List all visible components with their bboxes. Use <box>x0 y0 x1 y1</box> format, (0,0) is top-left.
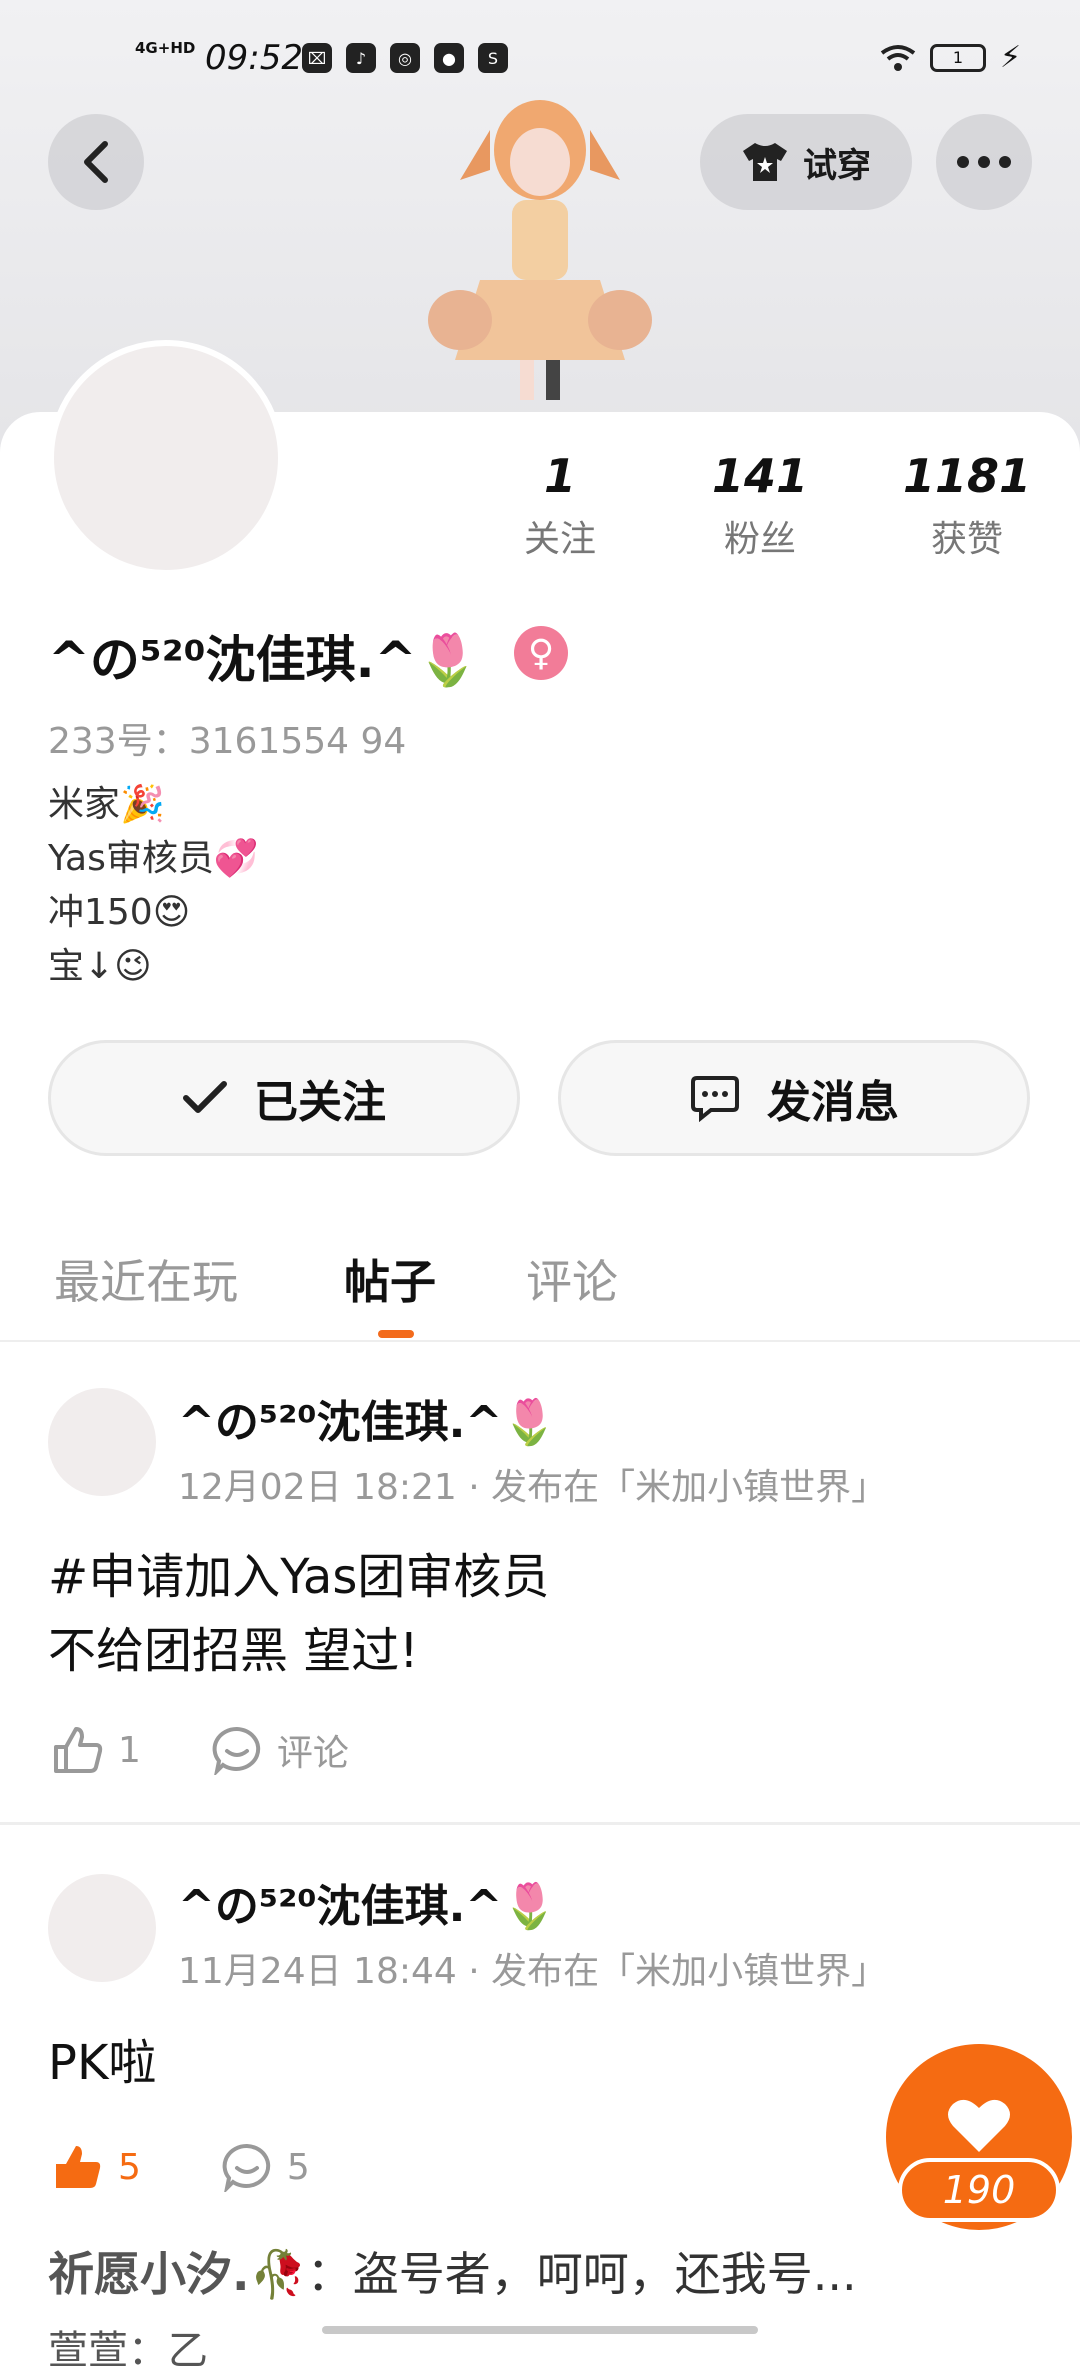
post-comment-button[interactable]: 5 <box>221 2142 310 2192</box>
profile-card <box>0 412 1080 2340</box>
post-content[interactable]: PK啦 <box>48 2026 156 2100</box>
profile-tabs: 最近在玩 帖子 评论 <box>0 1230 1080 1342</box>
post-like-button[interactable]: 1 <box>52 1725 141 1775</box>
tshirt-icon <box>743 143 787 181</box>
post-like-count: 1 <box>118 1729 141 1771</box>
try-on-button[interactable]: 试穿 <box>700 114 912 210</box>
send-message-button[interactable]: 发消息 <box>558 1040 1030 1156</box>
profile-nickname: ^の⁵²⁰沈佳琪.^🌷 <box>48 631 479 689</box>
following-button[interactable]: 已关注 <box>48 1040 520 1156</box>
following-count: 1 <box>543 449 576 503</box>
home-indicator[interactable] <box>322 2326 758 2334</box>
profile-avatar[interactable] <box>48 340 284 576</box>
tiktok-icon: ♪ <box>346 43 376 73</box>
user-id[interactable]: 233号：3161554 94 <box>48 712 406 764</box>
tab-posts[interactable]: 帖子 <box>344 1246 436 1312</box>
post-comment-count: 5 <box>286 2146 310 2188</box>
post-author-name[interactable]: ^の⁵²⁰沈佳琪.^🌷 <box>178 1870 557 1934</box>
comment-icon <box>212 1726 261 1775</box>
comment-text: ：盗号者，呵呵，还我号... <box>306 2247 857 2301</box>
followers-count: 141 <box>711 449 809 503</box>
post-author-avatar[interactable] <box>48 1388 156 1496</box>
post-author-name[interactable]: ^の⁵²⁰沈佳琪.^🌷 <box>178 1386 557 1450</box>
more-options-button[interactable] <box>936 114 1032 210</box>
female-gender-icon: ♀ <box>514 626 568 680</box>
back-button[interactable] <box>48 114 144 210</box>
post-meta: 11月24日 18:44 · 发布在「米加小镇世界」 <box>178 1951 888 1992</box>
checkmark-icon <box>183 1081 227 1113</box>
comment-icon <box>222 2143 271 2192</box>
post-actions: 1 评论 <box>52 1724 349 1776</box>
more-dots-icon <box>957 156 1011 168</box>
bio-line: 冲150😍 <box>48 892 191 933</box>
comment-preview[interactable]: 祈愿小汐.🥀：盗号者，呵呵，还我号... <box>48 2238 857 2304</box>
battery-icon: 1 <box>930 44 986 72</box>
followers-label: 粉丝 <box>723 519 796 560</box>
post-actions: 5 5 <box>52 2142 310 2192</box>
following-label: 关注 <box>523 519 596 560</box>
post-meta: 12月02日 18:21 · 发布在「米加小镇世界」 <box>178 1467 888 1508</box>
notification-app-icon: ◎ <box>390 43 420 73</box>
likes-stat[interactable]: 1181 获赞 <box>897 448 1037 562</box>
wifi-icon <box>880 45 916 71</box>
avatar-character-figure[interactable] <box>420 90 660 410</box>
comment-preview-next: 萱萱：乙 <box>48 2328 208 2374</box>
notification-icons: ⌧ ♪ ◎ ● S <box>302 43 508 73</box>
bio-line: 宝↓😉 <box>48 946 152 987</box>
post-like-button[interactable]: 5 <box>52 2142 141 2192</box>
profile-bio: 米家🎉 Yas审核员💞 冲150😍 宝↓😉 <box>48 778 259 994</box>
network-indicator: 4G+HD <box>135 39 196 57</box>
send-message-label: 发消息 <box>767 1077 899 1128</box>
heart-icon <box>948 2099 1010 2152</box>
chevron-left-icon <box>84 141 108 183</box>
thumbs-up-icon <box>54 1727 103 1773</box>
status-time: 09:52 <box>205 38 303 78</box>
likes-received-label: 获赞 <box>930 519 1003 560</box>
bio-line: Yas审核员💞 <box>48 838 259 879</box>
active-tab-indicator <box>378 1330 414 1338</box>
floating-like-count: 190 <box>898 2158 1060 2222</box>
likes-received-count: 1181 <box>902 449 1032 503</box>
tab-recently-played[interactable]: 最近在玩 <box>54 1246 238 1312</box>
following-stat[interactable]: 1 关注 <box>490 448 630 562</box>
post-divider <box>0 1822 1080 1825</box>
post-author-avatar[interactable] <box>48 1874 156 1982</box>
thumbs-up-filled-icon <box>56 2146 101 2188</box>
message-icon <box>691 1076 739 1122</box>
soul-app-icon: S <box>478 43 508 73</box>
notification-app-icon: ● <box>434 43 464 73</box>
post-like-count: 5 <box>118 2146 141 2188</box>
notification-app-icon: ⌧ <box>302 43 332 73</box>
tab-comments[interactable]: 评论 <box>526 1246 618 1312</box>
charging-icon: ⚡ <box>1000 40 1022 75</box>
comment-author: 祈愿小汐.🥀 <box>48 2247 307 2301</box>
post-comment-label: 评论 <box>276 1733 349 1774</box>
post-comment-button[interactable]: 评论 <box>211 1724 349 1776</box>
followers-stat[interactable]: 141 粉丝 <box>690 448 830 562</box>
character-illustration <box>428 100 652 400</box>
bio-line: 米家🎉 <box>48 784 165 825</box>
try-on-label: 试穿 <box>803 145 871 186</box>
post-content[interactable]: #申请加入Yas团审核员 不给团招黑 望过! <box>48 1540 549 1688</box>
following-button-label: 已关注 <box>254 1077 386 1128</box>
